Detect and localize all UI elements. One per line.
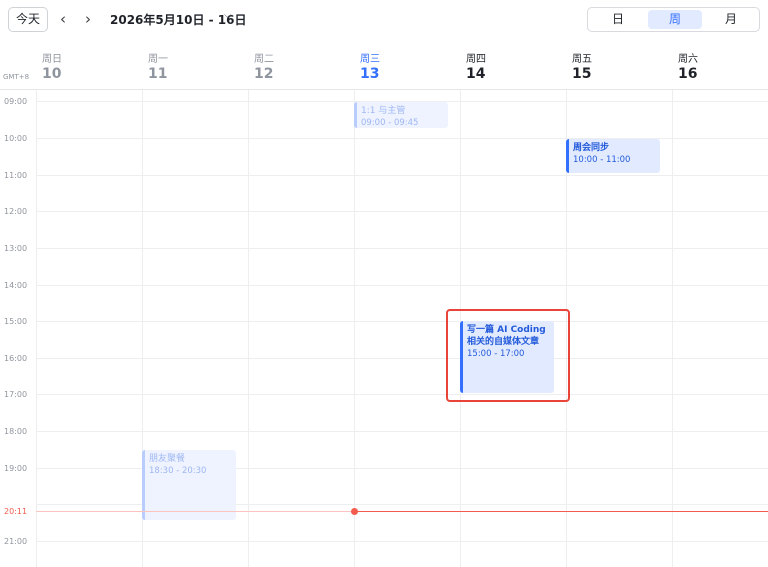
- chevron-right-icon[interactable]: ›: [78, 9, 98, 29]
- current-time-label: 20:11: [4, 507, 28, 516]
- hour-label: 12:00: [4, 207, 28, 216]
- hour-label: 14:00: [4, 281, 28, 290]
- hour-line: [36, 431, 768, 432]
- event-title: 1:1 与主管: [361, 106, 406, 116]
- hour-label: 11:00: [4, 171, 28, 180]
- day-number: 16: [678, 66, 698, 82]
- hour-label: 09:00: [4, 97, 28, 106]
- day-name: 周三: [360, 54, 380, 65]
- day-header-sun[interactable]: 周日 10: [36, 40, 142, 90]
- event-title: 朋友聚餐: [149, 454, 186, 464]
- hour-line: [36, 394, 768, 395]
- hour-label: 13:00: [4, 244, 28, 253]
- calendar-event[interactable]: 朋友聚餐 18:30 - 20:30: [142, 450, 236, 520]
- day-name: 周二: [254, 54, 274, 65]
- day-header-mon[interactable]: 周一 11: [142, 40, 248, 90]
- hour-label: 15:00: [4, 317, 28, 326]
- day-number: 15: [572, 66, 592, 82]
- day-name: 周四: [466, 54, 486, 65]
- hour-line: [36, 541, 768, 542]
- day-name: 周六: [678, 54, 698, 65]
- event-time: 09:00 - 09:45: [361, 118, 419, 128]
- column-divider: [354, 90, 355, 567]
- column-divider: [36, 90, 37, 567]
- day-header-fri[interactable]: 周五 15: [566, 40, 672, 90]
- day-number: 11: [148, 66, 168, 82]
- selection-highlight: [446, 309, 570, 402]
- view-month-button[interactable]: 月: [704, 10, 758, 29]
- day-header-sat[interactable]: 周六 16: [672, 40, 768, 90]
- hour-line: [36, 285, 768, 286]
- view-day-button[interactable]: 日: [591, 10, 645, 29]
- column-divider: [248, 90, 249, 567]
- week-grid[interactable]: 09:00 10:00 11:00 12:00 13:00 14:00 15:0…: [0, 90, 768, 567]
- hour-label: 21:00: [4, 537, 28, 546]
- view-switcher: 日 周 月: [587, 7, 760, 32]
- day-header-wed[interactable]: 周三 13: [354, 40, 460, 90]
- hour-line: [36, 248, 768, 249]
- calendar-toolbar: 今天 ‹ › 2026年5月10日 - 16日 ⌵ 日 周 月: [0, 0, 768, 40]
- current-time-line-today: [354, 511, 768, 512]
- hour-label: 10:00: [4, 134, 28, 143]
- chevron-left-icon[interactable]: ‹: [53, 9, 73, 29]
- hour-line: [36, 358, 768, 359]
- day-number: 14: [466, 66, 486, 82]
- view-week-button[interactable]: 周: [648, 10, 702, 29]
- hour-label: 18:00: [4, 427, 28, 436]
- current-time-dot: [351, 508, 358, 515]
- calendar-event[interactable]: 1:1 与主管 09:00 - 09:45: [354, 102, 448, 128]
- hour-line: [36, 211, 768, 212]
- hour-label: 17:00: [4, 390, 28, 399]
- hour-line: [36, 321, 768, 322]
- day-name: 周日: [42, 54, 62, 65]
- event-time: 18:30 - 20:30: [149, 466, 207, 476]
- day-header-thu[interactable]: 周四 14: [460, 40, 566, 90]
- week-header: GMT+8 周日 10 周一 11 周二 12 周三 13 周四 14 周五 1…: [0, 40, 768, 90]
- chevron-down-icon[interactable]: ⌵: [224, 10, 232, 21]
- hour-label: 19:00: [4, 464, 28, 473]
- calendar-event[interactable]: 周会同步 10:00 - 11:00: [566, 139, 660, 173]
- day-name: 周五: [572, 54, 592, 65]
- day-number: 10: [42, 66, 62, 82]
- timezone-label: GMT+8: [3, 73, 30, 81]
- day-number: 13: [360, 66, 380, 82]
- today-button[interactable]: 今天: [8, 7, 48, 32]
- day-header-tue[interactable]: 周二 12: [248, 40, 354, 90]
- column-divider: [672, 90, 673, 567]
- hour-label: 16:00: [4, 354, 28, 363]
- event-title: 周会同步: [573, 143, 610, 153]
- day-name: 周一: [148, 54, 168, 65]
- day-number: 12: [254, 66, 274, 82]
- hour-line: [36, 175, 768, 176]
- event-time: 10:00 - 11:00: [573, 155, 631, 165]
